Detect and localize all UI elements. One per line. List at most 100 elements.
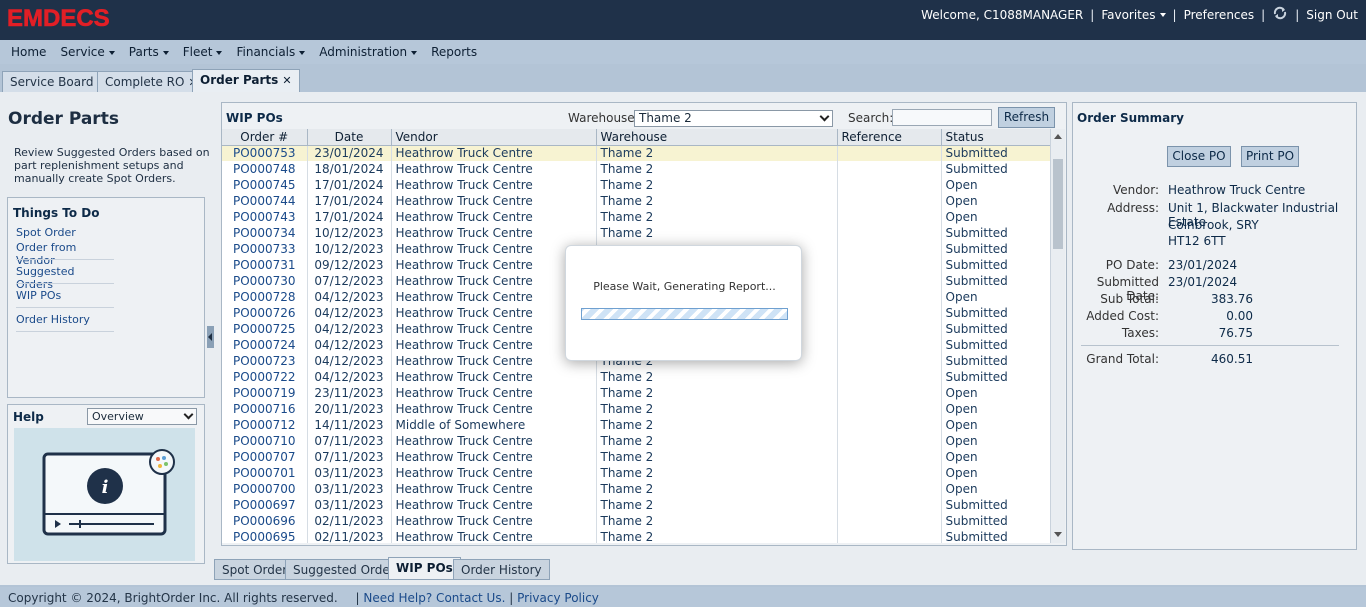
vendor-label: Vendor: — [1113, 183, 1159, 197]
scrollbar-thumb[interactable] — [1053, 159, 1063, 249]
privacy-policy-link[interactable]: Privacy Policy — [517, 591, 599, 605]
cell-reference — [837, 353, 942, 369]
column-header-status[interactable]: Status — [941, 129, 1050, 146]
cell-status: Submitted — [941, 225, 1050, 241]
chevron-down-icon — [819, 111, 830, 122]
cell-warehouse: Thame 2 — [596, 145, 838, 161]
cell-reference — [837, 273, 942, 289]
table-row[interactable]: PO000734 10/12/2023 Heathrow Truck Centre T… — [222, 225, 1050, 241]
cell-date: 10/12/2023 — [307, 225, 392, 241]
welcome-text: Welcome, C1088MANAGER — [921, 7, 1084, 22]
app-logo[interactable]: EMDECS — [7, 5, 110, 33]
cell-reference — [837, 241, 942, 257]
preferences-link[interactable]: Preferences — [1184, 8, 1255, 22]
chevron-down-icon — [299, 50, 306, 55]
table-row[interactable]: PO000753 23/01/2024 Heathrow Truck Centre T… — [222, 145, 1050, 161]
table-scrollbar[interactable] — [1050, 129, 1065, 543]
todo-link-order-from-vendor[interactable]: Order from Vendor — [16, 241, 106, 267]
todo-link-order-history[interactable]: Order History — [16, 313, 106, 326]
cell-status: Submitted — [941, 305, 1050, 321]
main-menu: Home Service Parts Fleet Financials Admi… — [0, 40, 1366, 64]
things-to-do-panel: Things To Do Spot Order Order from Vendo… — [7, 197, 205, 398]
help-topic-select[interactable]: Overview — [87, 408, 197, 425]
taxes-label: Taxes: — [1121, 326, 1159, 340]
column-header-date[interactable]: Date — [307, 129, 392, 146]
menu-reports[interactable]: Reports — [424, 45, 484, 59]
cell-reference — [837, 385, 942, 401]
scroll-up-icon[interactable] — [1054, 134, 1062, 139]
menu-service[interactable]: Service — [53, 45, 121, 59]
tab-wip-pos[interactable]: WIP POs — [388, 557, 461, 580]
table-row[interactable]: PO000695 02/11/2023 Heathrow Truck Centre T… — [222, 529, 1050, 543]
cell-reference — [837, 289, 942, 305]
cell-date: 14/11/2023 — [307, 417, 392, 433]
menu-fleet[interactable]: Fleet — [176, 45, 230, 59]
menu-home[interactable]: Home — [4, 45, 53, 59]
tab-order-parts[interactable]: Order Parts ✕ — [192, 69, 300, 92]
table-row[interactable]: PO000748 18/01/2024 Heathrow Truck Centre T… — [222, 161, 1050, 177]
cell-date: 04/12/2023 — [307, 369, 392, 385]
favorites-menu[interactable]: Favorites — [1101, 8, 1166, 22]
column-header-warehouse[interactable]: Warehouse — [596, 129, 838, 146]
cell-vendor: Heathrow Truck Centre — [391, 529, 597, 543]
tab-complete-ro[interactable]: Complete RO✕ — [97, 71, 206, 92]
warehouse-select[interactable]: Thame 2 — [634, 110, 833, 127]
cell-date: 03/11/2023 — [307, 481, 392, 497]
table-row[interactable]: PO000696 02/11/2023 Heathrow Truck Centre T… — [222, 513, 1050, 529]
sync-icon[interactable] — [1272, 6, 1288, 23]
cell-reference — [837, 193, 942, 209]
close-icon[interactable]: ✕ — [282, 74, 291, 87]
table-row[interactable]: PO000710 07/11/2023 Heathrow Truck Centre T… — [222, 433, 1050, 449]
table-row[interactable]: PO000697 03/11/2023 Heathrow Truck Centre T… — [222, 497, 1050, 513]
table-row[interactable]: PO000743 17/01/2024 Heathrow Truck Centre T… — [222, 209, 1050, 225]
cell-status: Open — [941, 449, 1050, 465]
table-row[interactable]: PO000701 03/11/2023 Heathrow Truck Centre T… — [222, 465, 1050, 481]
order-summary-panel: Order Summary Close PO Print PO Vendor: … — [1072, 102, 1357, 550]
cell-status: Submitted — [941, 241, 1050, 257]
table-row[interactable]: PO000745 17/01/2024 Heathrow Truck Centre T… — [222, 177, 1050, 193]
table-row[interactable]: PO000722 04/12/2023 Heathrow Truck Centre T… — [222, 369, 1050, 385]
cell-date: 03/11/2023 — [307, 497, 392, 513]
column-header-reference[interactable]: Reference — [837, 129, 942, 146]
dialog-message: Please Wait, Generating Report... — [593, 280, 776, 293]
table-row[interactable]: PO000707 07/11/2023 Heathrow Truck Centre T… — [222, 449, 1050, 465]
cell-vendor: Heathrow Truck Centre — [391, 193, 597, 209]
cell-reference — [837, 209, 942, 225]
todo-link-suggested-orders[interactable]: Suggested Orders — [16, 265, 106, 291]
table-row[interactable]: PO000744 17/01/2024 Heathrow Truck Centre T… — [222, 193, 1050, 209]
collapse-left-panel-button[interactable] — [207, 326, 214, 348]
tab-order-history[interactable]: Order History — [453, 559, 550, 580]
scroll-down-icon[interactable] — [1054, 532, 1062, 537]
table-row[interactable]: PO000719 23/11/2023 Heathrow Truck Centre T… — [222, 385, 1050, 401]
cell-reference — [837, 321, 942, 337]
print-po-button[interactable]: Print PO — [1241, 146, 1299, 167]
column-header-order[interactable]: Order # — [222, 129, 308, 146]
menu-financials[interactable]: Financials — [229, 45, 312, 59]
search-input[interactable] — [892, 109, 992, 126]
table-row[interactable]: PO000716 20/11/2023 Heathrow Truck Centre T… — [222, 401, 1050, 417]
todo-link-wip-pos[interactable]: WIP POs — [16, 289, 106, 302]
cell-warehouse: Thame 2 — [596, 481, 838, 497]
cell-warehouse: Thame 2 — [596, 369, 838, 385]
tab-spot-order[interactable]: Spot Order — [214, 559, 296, 580]
help-video-thumbnail[interactable]: i — [14, 428, 195, 561]
added-cost-label: Added Cost: — [1086, 309, 1159, 323]
sign-out-link[interactable]: Sign Out — [1306, 8, 1358, 22]
close-po-button[interactable]: Close PO — [1167, 146, 1231, 167]
cell-date: 04/12/2023 — [307, 337, 392, 353]
column-header-vendor[interactable]: Vendor — [391, 129, 597, 146]
divider — [1081, 345, 1339, 346]
table-row[interactable]: PO000700 03/11/2023 Heathrow Truck Centre T… — [222, 481, 1050, 497]
cell-warehouse: Thame 2 — [596, 385, 838, 401]
refresh-button[interactable]: Refresh — [998, 107, 1055, 128]
cell-status: Submitted — [941, 369, 1050, 385]
table-row[interactable]: PO000712 14/11/2023 Middle of Somewhere Tha… — [222, 417, 1050, 433]
menu-administration[interactable]: Administration — [312, 45, 424, 59]
todo-link-spot-order[interactable]: Spot Order — [16, 226, 106, 239]
help-contact-link[interactable]: Need Help? Contact Us. — [363, 591, 505, 605]
cell-order: PO000730 — [222, 273, 308, 289]
address-line-3: HT12 6TT — [1168, 234, 1226, 248]
menu-parts[interactable]: Parts — [122, 45, 176, 59]
cell-order: PO000724 — [222, 337, 308, 353]
cell-status: Submitted — [941, 497, 1050, 513]
